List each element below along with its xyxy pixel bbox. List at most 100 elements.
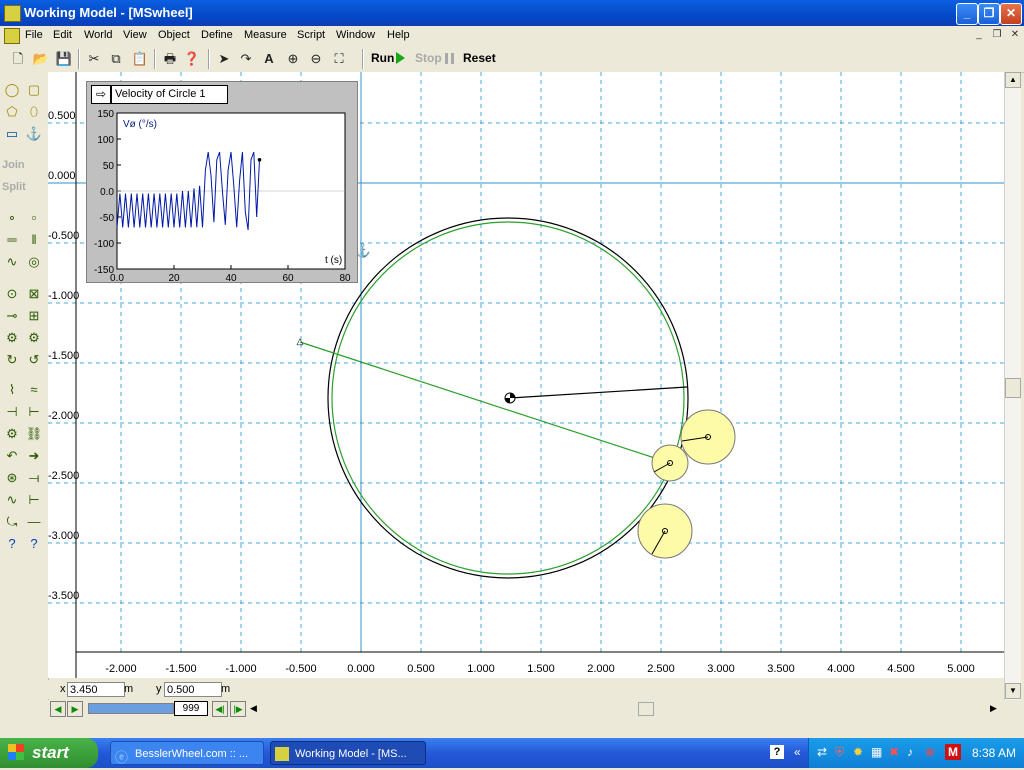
motor-joint-icon[interactable]: ⚙ <box>2 328 22 348</box>
window-title-bar[interactable]: Working Model - [MSwheel] _ ❐ ✕ <box>0 0 1024 26</box>
paste-icon[interactable]: 📋 <box>130 49 150 69</box>
help-query-icon[interactable]: ? <box>2 534 22 554</box>
scroll-right-icon[interactable]: ▶ <box>990 703 997 714</box>
document-icon[interactable] <box>4 28 20 44</box>
sun-tray-icon[interactable]: ✹ <box>853 745 863 759</box>
rectangle-tool-icon[interactable]: ▢ <box>24 80 44 100</box>
pin-joint-icon[interactable]: ⊙ <box>2 284 22 304</box>
close-button[interactable]: ✕ <box>1000 3 1022 25</box>
horizontal-slot-icon[interactable]: ═ <box>2 230 22 250</box>
play-icon[interactable] <box>396 52 405 64</box>
force-icon[interactable]: ➜ <box>24 446 44 466</box>
new-file-icon[interactable]: 🗋 <box>8 49 28 69</box>
help-icon[interactable]: ❓ <box>182 49 202 69</box>
pin-joint-bar-icon[interactable]: ⊸ <box>2 306 22 326</box>
step-forward-button[interactable]: ▶ <box>67 701 83 717</box>
copy-icon[interactable]: ⧉ <box>106 49 126 69</box>
rope-icon[interactable]: ⌇ <box>2 380 22 400</box>
join-button[interactable]: Join <box>2 159 25 171</box>
arrow-pointer-icon[interactable]: ➤ <box>214 49 234 69</box>
taskbar-item-browser[interactable]: ⓔ BesslerWheel.com :: ... <box>110 741 264 765</box>
open-folder-icon[interactable]: 📂 <box>31 49 51 69</box>
speaker-tray-icon[interactable]: ♪ <box>907 745 913 759</box>
scroll-up-button[interactable]: ▲ <box>1005 72 1021 88</box>
circle-tool-icon[interactable]: ◯ <box>2 80 22 100</box>
gear-icon[interactable]: ⚙ <box>2 424 22 444</box>
damper-icon[interactable]: ⊣ <box>2 402 22 422</box>
minimize-button[interactable]: _ <box>956 3 978 25</box>
menu-define[interactable]: Define <box>201 29 233 41</box>
maximize-button[interactable]: ❐ <box>978 3 1000 25</box>
clock[interactable]: 8:38 AM <box>972 746 1016 760</box>
tray-expand-icon[interactable]: « <box>794 745 801 759</box>
torque-icon[interactable]: ↶ <box>2 446 22 466</box>
step-back-button[interactable]: ◀ <box>50 701 66 717</box>
anchor-tool-icon[interactable]: ⚓ <box>24 124 44 144</box>
text-tool-icon[interactable]: A <box>259 49 279 69</box>
rod-icon[interactable]: — <box>24 512 44 532</box>
curved-body-tool-icon[interactable]: ⬯ <box>24 102 44 122</box>
rewind-button[interactable]: ◀| <box>212 701 228 717</box>
reset-button[interactable]: Reset <box>463 51 496 65</box>
vertical-scrollbar[interactable]: ▲ ▼ <box>1004 72 1021 700</box>
record-tray-icon[interactable]: ⊗ <box>925 745 935 759</box>
mdi-minimize-button[interactable]: _ <box>972 29 986 41</box>
menu-script[interactable]: Script <box>297 29 325 41</box>
taskbar-item-working-model[interactable]: Working Model - [MS... <box>270 741 426 765</box>
pulley-icon[interactable]: ⛓ <box>24 424 44 444</box>
split-button[interactable]: Split <box>2 181 26 193</box>
disconnect-tray-icon[interactable]: ✖ <box>889 745 899 759</box>
rotational-motor-icon[interactable]: ↻ <box>2 350 22 370</box>
mdi-close-button[interactable]: ✕ <box>1008 29 1022 41</box>
menu-file[interactable]: File <box>25 29 43 41</box>
curved-slot-icon[interactable]: ∿ <box>2 252 22 272</box>
rotational-motor-alt-icon[interactable]: ↺ <box>24 350 44 370</box>
menu-window[interactable]: Window <box>336 29 375 41</box>
scroll-down-button[interactable]: ▼ <box>1005 683 1021 699</box>
zoom-in-icon[interactable]: ⊕ <box>283 49 303 69</box>
print-icon[interactable]: 🖶 <box>160 49 180 69</box>
menu-world[interactable]: World <box>84 29 113 41</box>
run-button[interactable]: Run <box>371 51 394 65</box>
square-tool-icon[interactable]: ▭ <box>2 124 22 144</box>
polygon-tool-icon[interactable]: ⬠ <box>2 102 22 122</box>
hook-icon[interactable]: ⤿ <box>2 512 22 532</box>
rotate-icon[interactable]: ↷ <box>236 49 256 69</box>
velocity-meter-window[interactable]: ⇨ Velocity of Circle 1 150 100 50 0.0 -50 -10… <box>86 81 358 283</box>
menu-help[interactable]: Help <box>387 29 410 41</box>
menu-view[interactable]: View <box>123 29 147 41</box>
horizontal-scroll-thumb[interactable] <box>638 702 654 716</box>
mdi-restore-button[interactable]: ❐ <box>990 29 1004 41</box>
vertical-slot-icon[interactable]: ‖ <box>24 230 44 250</box>
menu-object[interactable]: Object <box>158 29 190 41</box>
zoom-out-icon[interactable]: ⊖ <box>306 49 326 69</box>
spring-icon[interactable]: ≈ <box>24 380 44 400</box>
x-coord-field[interactable] <box>67 682 125 697</box>
wave-icon[interactable]: ∿ <box>2 490 22 510</box>
network-tray-icon[interactable]: ⇄ <box>817 745 827 759</box>
actuator-icon[interactable]: ⟞ <box>24 468 44 488</box>
motor-icon[interactable]: ⊛ <box>2 468 22 488</box>
frame-counter[interactable]: 999 <box>174 701 208 716</box>
security-tray-icon[interactable]: ⛨ <box>835 745 844 760</box>
separator-icon[interactable]: ⊢ <box>24 490 44 510</box>
help-pointer-icon[interactable]: ? <box>24 534 44 554</box>
tape-progress-bar[interactable] <box>88 703 174 714</box>
save-icon[interactable]: 💾 <box>54 49 74 69</box>
stop-button[interactable]: Stop <box>415 51 442 65</box>
cut-icon[interactable]: ✂ <box>84 49 104 69</box>
rigid-joint-bar-icon[interactable]: ⊞ <box>24 306 44 326</box>
point-tool-icon[interactable]: ∘ <box>2 208 22 228</box>
rigid-joint-icon[interactable]: ⊠ <box>24 284 44 304</box>
actuator-joint-icon[interactable]: ⚙ <box>24 328 44 348</box>
menu-edit[interactable]: Edit <box>53 29 72 41</box>
help-tray-icon[interactable]: ? <box>770 745 784 759</box>
antivirus-tray-icon[interactable]: M <box>945 744 961 760</box>
fast-forward-button[interactable]: |▶ <box>230 701 246 717</box>
spring-damper-icon[interactable]: ⊢ <box>24 402 44 422</box>
start-button[interactable]: start <box>0 738 98 768</box>
scroll-thumb[interactable] <box>1005 378 1021 398</box>
menu-measure[interactable]: Measure <box>244 29 287 41</box>
closed-slot-icon[interactable]: ◎ <box>24 252 44 272</box>
square-point-tool-icon[interactable]: ▫ <box>24 208 44 228</box>
